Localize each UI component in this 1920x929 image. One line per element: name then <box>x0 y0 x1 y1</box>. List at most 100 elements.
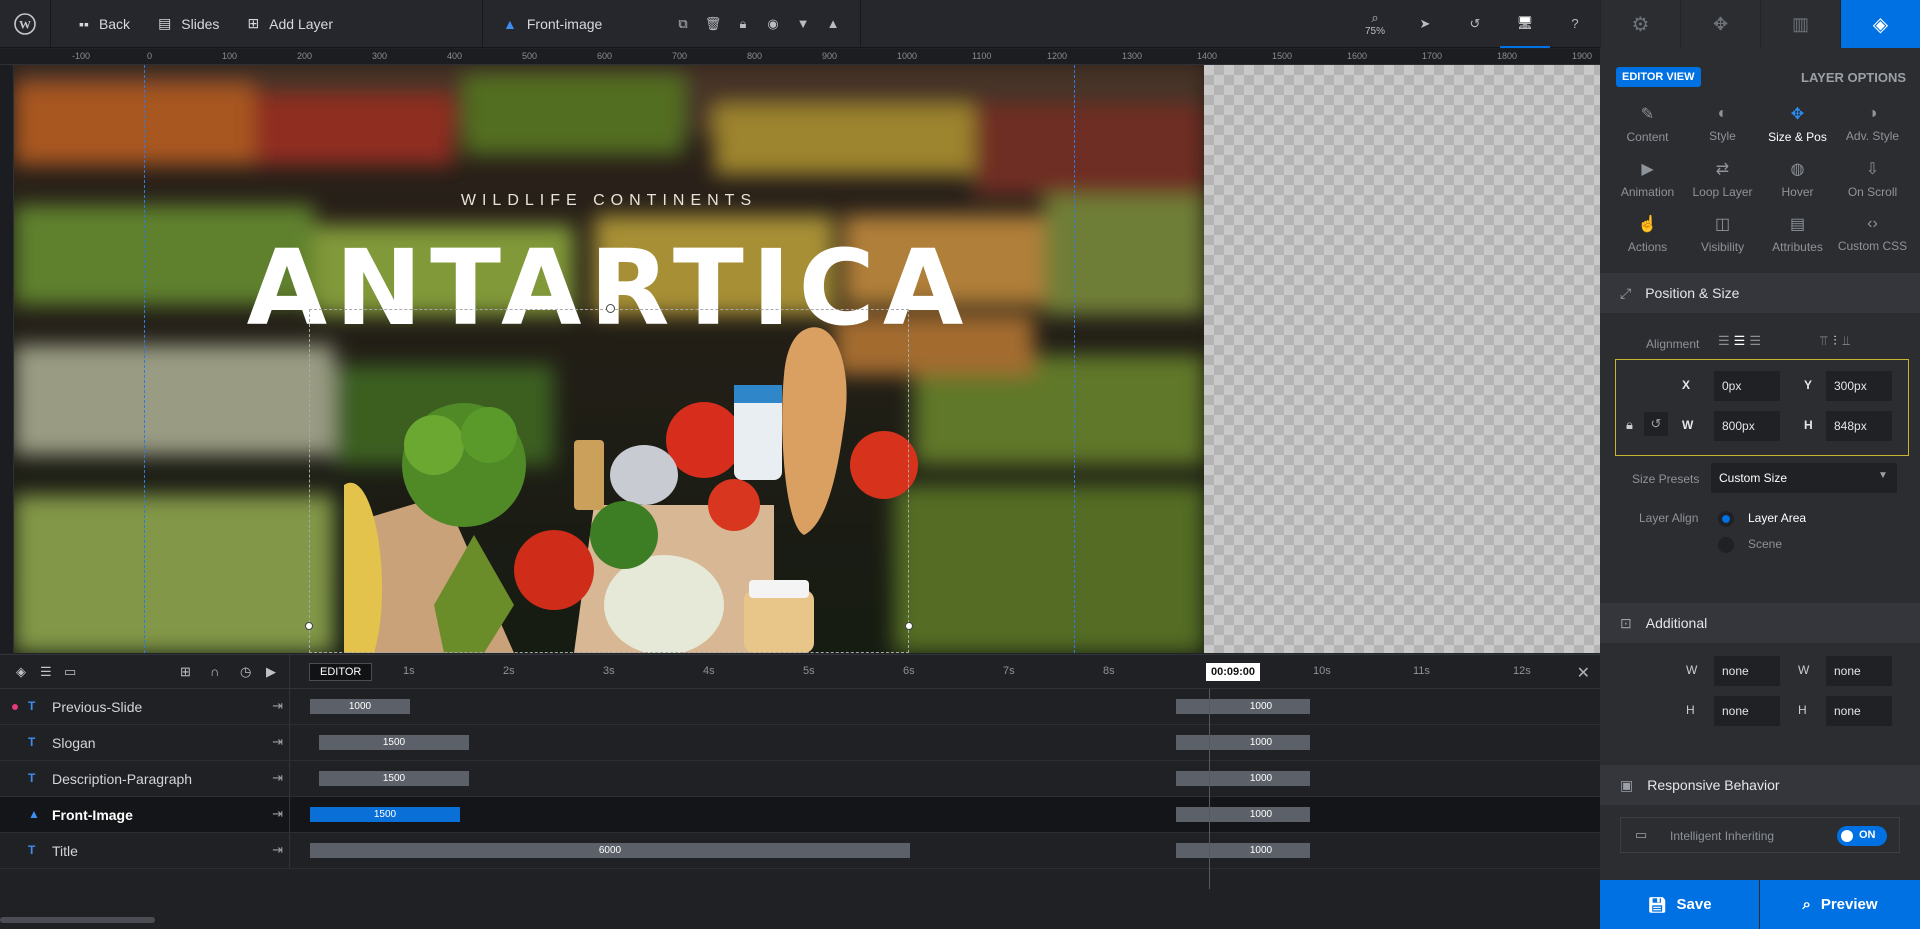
undo-icon[interactable]: ↺ <box>1450 0 1500 48</box>
wordpress-logo-button[interactable]: W <box>0 0 50 48</box>
scene-radio[interactable] <box>1718 537 1734 553</box>
back-button[interactable]: ▪▪ Back <box>51 0 144 48</box>
option-tab-hover[interactable]: ◍ Hover <box>1760 151 1835 206</box>
option-tab-attributes[interactable]: ▤ Attributes <box>1760 206 1835 261</box>
desktop-view-icon[interactable]: 🖥︎ <box>1500 0 1550 48</box>
resize-handle[interactable] <box>606 304 615 313</box>
current-time-marker[interactable]: 00:09:00 <box>1206 663 1261 681</box>
max-height-input[interactable]: none <box>1826 696 1892 726</box>
additional-section[interactable]: ⊡ Additional <box>1600 603 1920 643</box>
layers-tab[interactable]: ◈ <box>1840 0 1920 48</box>
timeline-layer-row[interactable]: T Previous-Slide ⇥ 1000WAIT1000 <box>0 689 1600 725</box>
min-width-input[interactable]: none <box>1714 656 1780 686</box>
option-tab-on-scroll[interactable]: ⇩ On Scroll <box>1835 151 1910 206</box>
layer-area-radio[interactable] <box>1718 511 1734 527</box>
option-tabs: ✎ Content ◐ Style ✥ Size & Pos ◑ Adv. Style ▶ Ani… <box>1600 88 1920 261</box>
timer-icon[interactable]: ◷ <box>240 664 266 680</box>
editor-tab[interactable]: EDITOR <box>309 663 373 681</box>
height-input[interactable]: 848px <box>1826 411 1892 441</box>
end-animation-bar[interactable]: 1000 <box>1176 843 1310 858</box>
y-input[interactable]: 300px <box>1826 371 1892 401</box>
end-animation-bar[interactable]: 1000 <box>1176 735 1310 750</box>
responsive-section[interactable]: ▣ Responsive Behavior <box>1600 765 1920 805</box>
eye-icon[interactable]: ◉ <box>758 0 788 48</box>
resize-handle[interactable] <box>305 622 313 630</box>
collapse-arrow-icon[interactable]: ⇥ <box>272 842 283 858</box>
slide-canvas[interactable]: WILDLIFE CONTINENTS ANTARTICA <box>14 65 1600 653</box>
min-height-input[interactable]: none <box>1714 696 1780 726</box>
align-right-icon[interactable]: ☰ <box>1749 333 1761 349</box>
resize-handle[interactable] <box>905 622 913 630</box>
settings-tab[interactable]: ⚙ <box>1600 0 1680 48</box>
start-animation-bar[interactable]: 1000 <box>310 699 410 714</box>
preview-button[interactable]: ⌕ Preview <box>1760 880 1920 929</box>
move-down-icon[interactable]: ▼ <box>788 0 818 48</box>
slide-tab[interactable]: ▥ <box>1760 0 1840 48</box>
option-tab-content[interactable]: ✎ Content <box>1610 96 1685 151</box>
option-tab-custom-css[interactable]: ‹› Custom CSS <box>1835 206 1910 261</box>
folder-icon[interactable]: ▭ <box>64 664 88 680</box>
start-animation-bar[interactable]: 1500 <box>310 807 460 822</box>
save-button[interactable]: 💾︎ Save <box>1600 880 1759 929</box>
collapse-arrow-icon[interactable]: ⇥ <box>272 770 283 786</box>
timeline-layer-row[interactable]: T Description-Paragraph ⇥ 1500WAIT1000 <box>0 761 1600 797</box>
align-middle-icon[interactable]: ⫶ <box>1833 333 1836 349</box>
list-icon[interactable]: ☰ <box>40 664 64 680</box>
align-left-icon[interactable]: ☰ <box>1718 333 1730 349</box>
layers-icon[interactable]: ◈ <box>16 664 40 680</box>
move-up-icon[interactable]: ▲ <box>818 0 848 48</box>
end-animation-bar[interactable]: 1000 <box>1176 699 1310 714</box>
cursor-icon[interactable]: ➤ <box>1400 0 1450 48</box>
collapse-arrow-icon[interactable]: ⇥ <box>272 806 283 822</box>
option-tab-loop-layer[interactable]: ⇄ Loop Layer <box>1685 151 1760 206</box>
lock-ratio-icon[interactable]: 🔒︎ <box>1626 417 1633 433</box>
timeline-layer-row[interactable]: T Title ⇥ 6000WAIT1000 <box>0 833 1600 869</box>
timeline-layer-row[interactable]: ▲ Front-Image ⇥ 1500WAIT1000 <box>0 797 1600 833</box>
size-presets-select[interactable]: Custom Size <box>1711 463 1897 493</box>
width-input[interactable]: 800px <box>1714 411 1780 441</box>
horizontal-scrollbar[interactable] <box>0 917 155 923</box>
editor-view-badge[interactable]: EDITOR VIEW <box>1616 67 1701 87</box>
trash-icon[interactable]: 🗑 <box>698 0 728 48</box>
lock-icon[interactable]: 🔒︎ <box>728 0 758 48</box>
end-animation-bar[interactable]: 1000 <box>1176 771 1310 786</box>
horizontal-align-buttons: ☰ ☰ ☰ <box>1718 333 1761 349</box>
add-layer-button[interactable]: ⊞ Add Layer <box>233 0 347 48</box>
ruler-tick: 900 <box>822 51 838 61</box>
zoom-button[interactable]: ⌕ 75% <box>1350 0 1400 48</box>
duplicate-icon[interactable]: ⧉ <box>668 0 698 48</box>
selected-layer-frame[interactable] <box>309 309 909 653</box>
navigation-tab[interactable]: ✥ <box>1680 0 1760 48</box>
start-animation-bar[interactable]: 1500 <box>319 735 469 750</box>
start-animation-bar[interactable]: 6000 <box>310 843 910 858</box>
position-size-section[interactable]: ⤢ Position & Size <box>1600 273 1920 313</box>
play-icon[interactable]: ▶ <box>266 664 286 680</box>
help-icon[interactable]: ? <box>1550 0 1600 48</box>
option-tab-actions[interactable]: ☝ Actions <box>1610 206 1685 261</box>
close-icon[interactable]: ✕ <box>1577 663 1590 683</box>
collapse-arrow-icon[interactable]: ⇥ <box>272 734 283 750</box>
max-width-input[interactable]: none <box>1826 656 1892 686</box>
option-tab-animation[interactable]: ▶ Animation <box>1610 151 1685 206</box>
option-tab-size-pos[interactable]: ✥ Size & Pos <box>1760 96 1835 151</box>
reset-icon[interactable]: ↺ <box>1644 412 1668 436</box>
timeline-layer-row[interactable]: T Slogan ⇥ 1500WAIT1000 <box>0 725 1600 761</box>
align-center-icon[interactable]: ☰ <box>1734 333 1746 349</box>
option-tab-visibility[interactable]: ◫ Visibility <box>1685 206 1760 261</box>
collapse-arrow-icon[interactable]: ⇥ <box>272 698 283 714</box>
option-tab-style[interactable]: ◐ Style <box>1685 96 1760 151</box>
option-tab-adv-style[interactable]: ◑ Adv. Style <box>1835 96 1910 151</box>
x-input[interactable]: 0px <box>1714 371 1780 401</box>
start-animation-bar[interactable]: 1500 <box>319 771 469 786</box>
slogan-text[interactable]: WILDLIFE CONTINENTS <box>14 192 1204 210</box>
current-layer-selector[interactable]: ▲ Front-image <box>483 0 668 48</box>
align-bottom-icon[interactable]: ⫫ <box>1843 333 1850 349</box>
align-top-icon[interactable]: ⫪ <box>1820 333 1827 349</box>
magnet-icon[interactable]: ∩ <box>210 664 240 679</box>
grid-toggle-icon[interactable]: ⊞ <box>180 664 210 680</box>
slides-button[interactable]: ▤ Slides <box>144 0 233 48</box>
ruler-tick: 700 <box>672 51 688 61</box>
section-title: Position & Size <box>1645 285 1740 301</box>
end-animation-bar[interactable]: 1000 <box>1176 807 1310 822</box>
intelligent-inheriting-toggle[interactable]: ON <box>1837 826 1887 846</box>
